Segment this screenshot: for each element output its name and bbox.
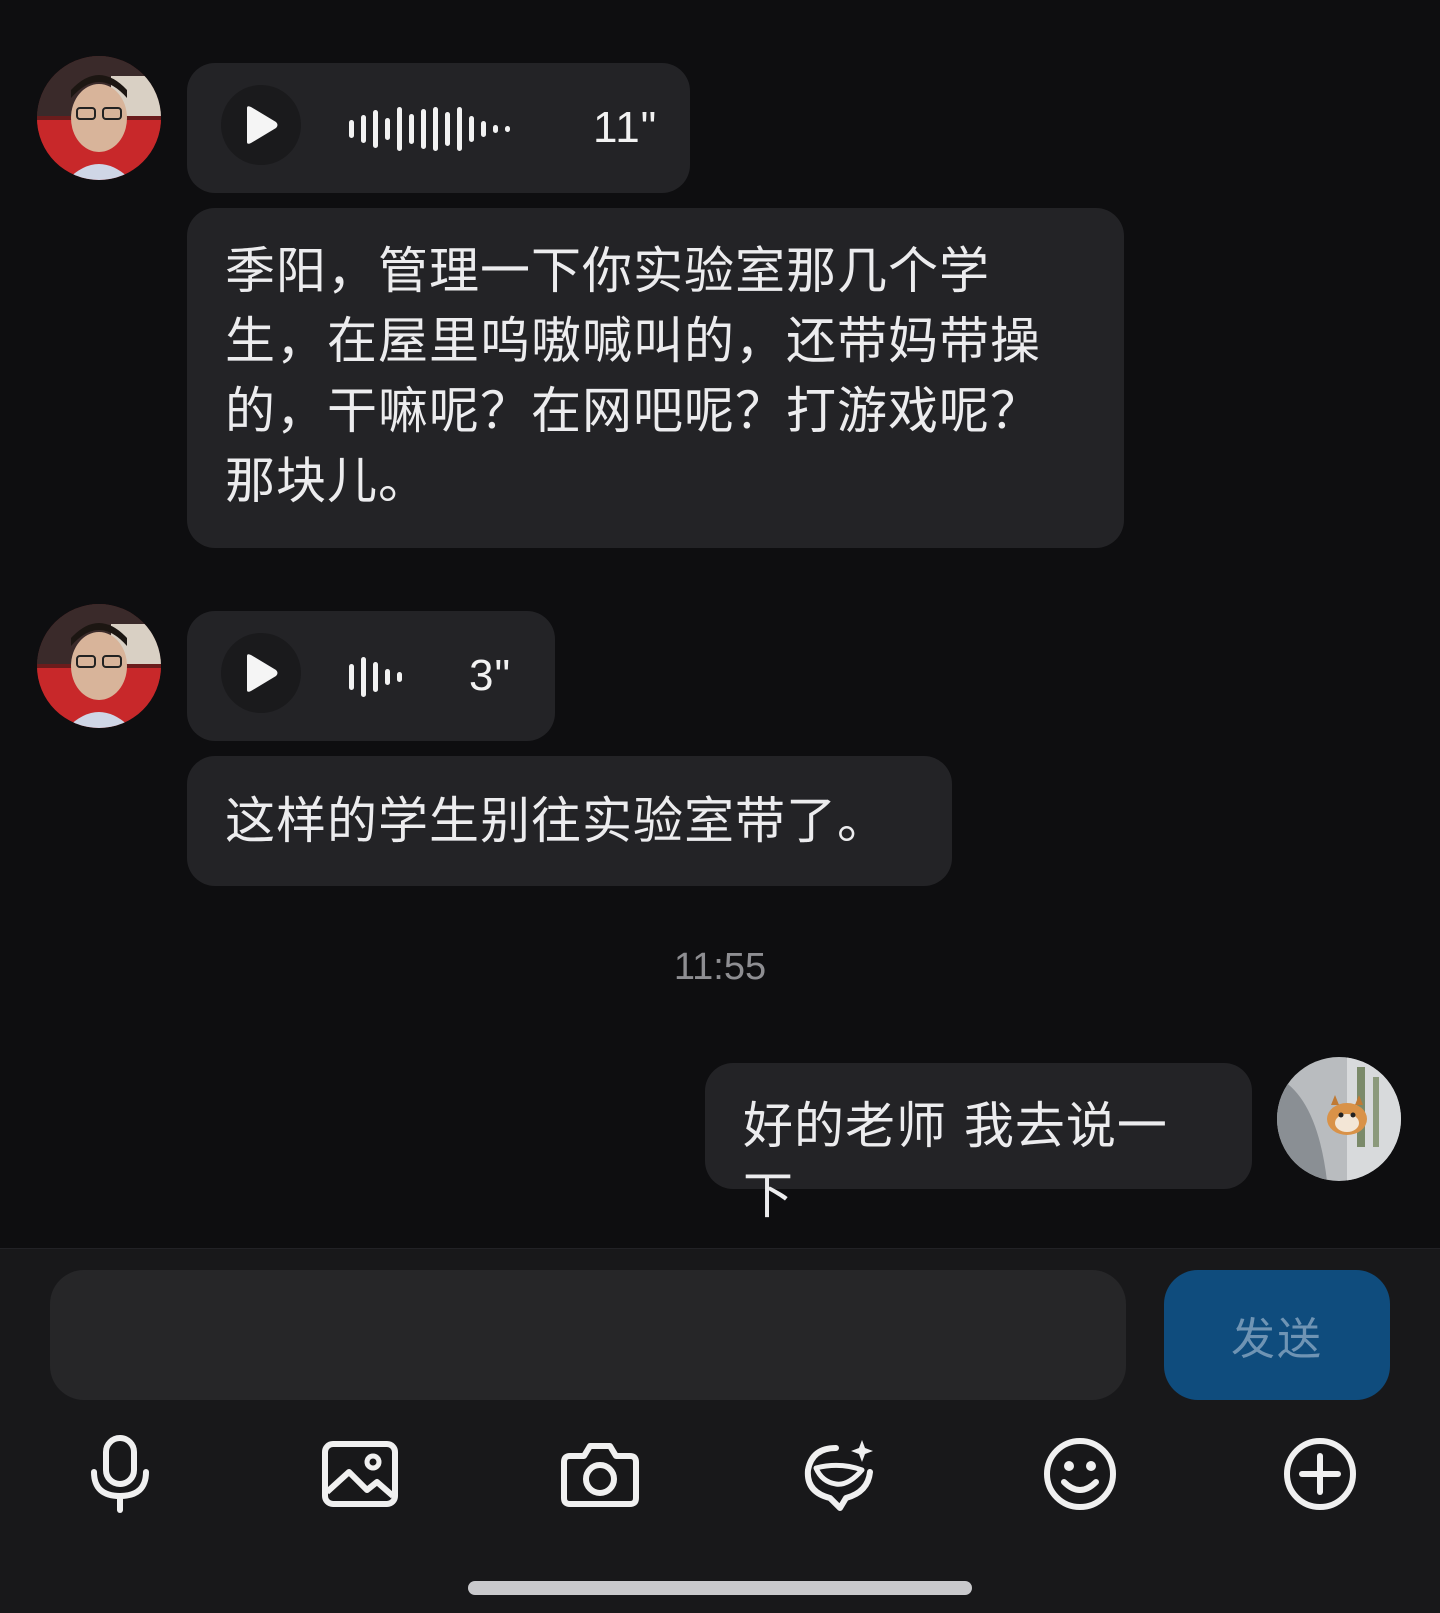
composer-bar: 发送	[0, 1248, 1440, 1613]
play-icon	[247, 654, 278, 692]
teacher-avatar[interactable]	[37, 56, 161, 180]
message-bubble[interactable]: 季阳，管理一下你实验室那几个学生，在屋里呜嗷喊叫的，还带妈带操的，干嘛呢？在网吧…	[187, 208, 1124, 548]
plus-icon[interactable]	[1270, 1424, 1370, 1524]
play-button[interactable]	[221, 85, 301, 165]
waveform	[349, 655, 402, 699]
my-avatar[interactable]	[1277, 1057, 1401, 1181]
image-icon[interactable]	[310, 1424, 410, 1524]
home-indicator[interactable]	[468, 1581, 972, 1595]
chat-area: 11" 季阳，管理一下你实验室那几个学生，在屋里呜嗷喊叫的，还带妈带操的，干嘛呢…	[0, 0, 1440, 1248]
play-button[interactable]	[221, 633, 301, 713]
voice-duration: 11"	[593, 103, 658, 152]
message-text: 季阳，管理一下你实验室那几个学生，在屋里呜嗷喊叫的，还带妈带操的，干嘛呢？在网吧…	[225, 242, 1041, 510]
toolbar	[0, 1424, 1440, 1524]
send-button[interactable]: 发送	[1164, 1270, 1390, 1400]
sticker-icon[interactable]	[790, 1424, 890, 1524]
microphone-icon[interactable]	[70, 1424, 170, 1524]
message-timestamp: 11:55	[673, 946, 767, 988]
camera-icon[interactable]	[550, 1424, 650, 1524]
emoji-icon[interactable]	[1030, 1424, 1130, 1524]
play-icon	[247, 106, 278, 144]
message-text: 这样的学生别往实验室带了。	[225, 792, 888, 850]
message-input[interactable]	[50, 1270, 1126, 1400]
voice-duration: 3"	[469, 651, 512, 700]
waveform	[349, 107, 510, 151]
voice-message[interactable]: 3"	[187, 611, 555, 741]
message-bubble[interactable]: 这样的学生别往实验室带了。	[187, 756, 952, 886]
teacher-avatar[interactable]	[37, 604, 161, 728]
my-message-bubble[interactable]: 好的老师 我去说一下	[705, 1063, 1252, 1225]
voice-message[interactable]: 11"	[187, 63, 690, 193]
message-text: 好的老师 我去说一下	[743, 1097, 1168, 1225]
